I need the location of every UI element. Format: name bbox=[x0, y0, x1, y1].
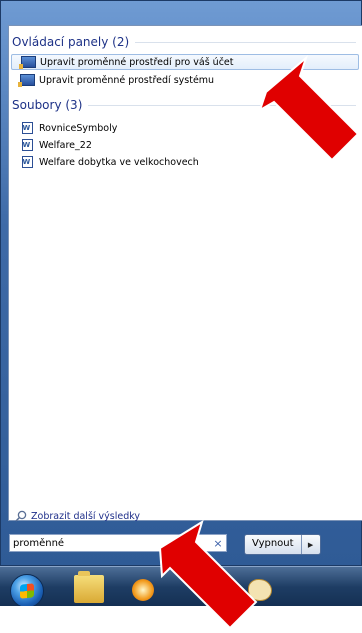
group-header-control-panel: Ovládací panely (2) bbox=[12, 35, 356, 49]
control-panel-icon bbox=[18, 55, 36, 69]
group-header-label: Ovládací panely (2) bbox=[12, 35, 130, 49]
group-header-label: Soubory (3) bbox=[12, 98, 83, 112]
word-document-icon bbox=[19, 121, 35, 135]
result-item-label: Welfare_22 bbox=[39, 139, 92, 151]
search-icon bbox=[15, 510, 27, 522]
result-item-label: RovniceSymboly bbox=[39, 122, 118, 134]
divider bbox=[135, 41, 356, 43]
show-more-results-link[interactable]: Zobrazit další výsledky bbox=[15, 510, 140, 522]
result-item-label: Upravit proměnné prostředí pro váš účet bbox=[40, 56, 234, 68]
word-document-icon bbox=[19, 155, 35, 169]
word-document-icon bbox=[19, 138, 35, 152]
explorer-folder-icon[interactable] bbox=[74, 571, 104, 603]
show-more-results-label: Zobrazit další výsledky bbox=[31, 510, 141, 522]
control-panel-icon bbox=[17, 73, 35, 87]
windows-start-orb[interactable] bbox=[10, 574, 44, 608]
result-item-label: Welfare dobytka ve velkochovech bbox=[39, 156, 199, 168]
annotation-arrow-top bbox=[258, 54, 360, 162]
annotation-arrow-bottom bbox=[158, 519, 258, 630]
result-item-label: Upravit proměnné prostředí systému bbox=[39, 74, 215, 86]
shutdown-options-arrow[interactable]: ▶ bbox=[302, 535, 320, 554]
